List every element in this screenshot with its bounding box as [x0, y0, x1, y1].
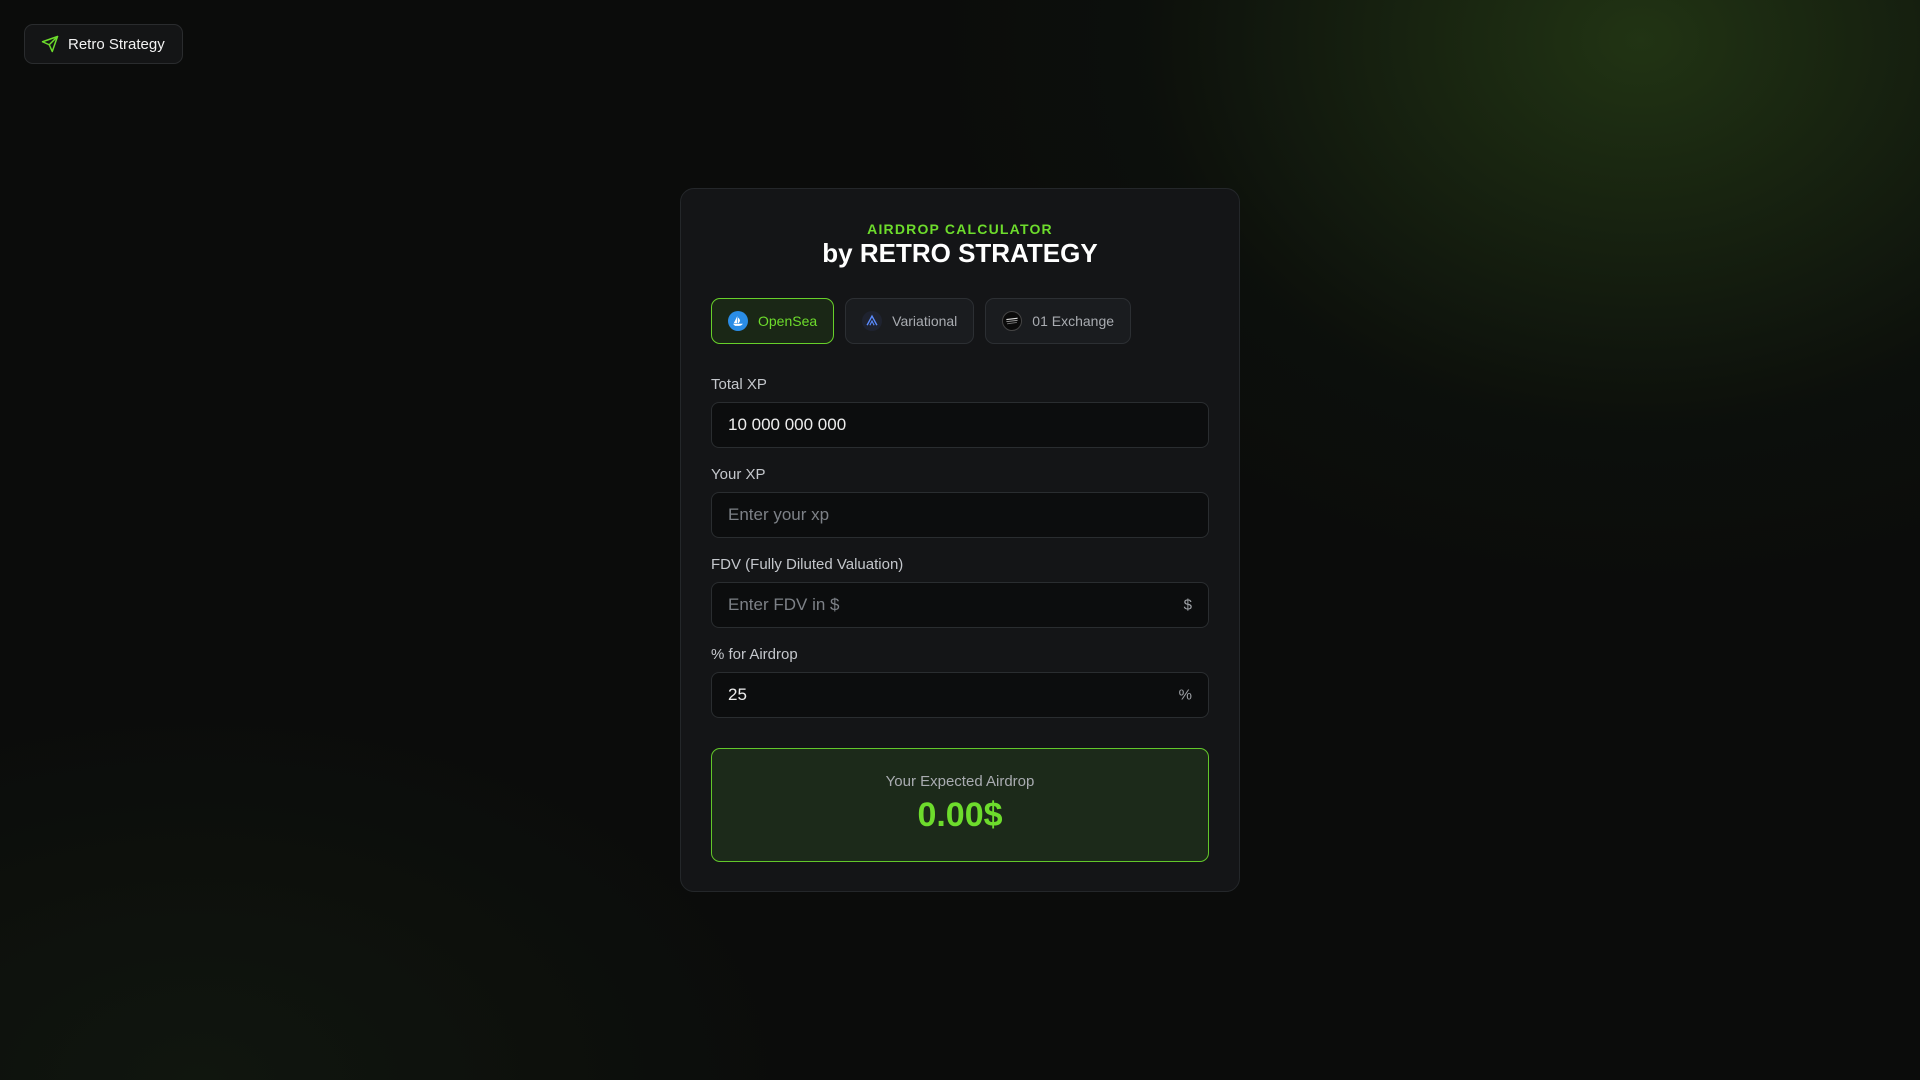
- brand-label: Retro Strategy: [68, 35, 165, 53]
- fdv-input[interactable]: [712, 583, 1208, 627]
- send-icon: [41, 35, 59, 53]
- eyebrow-title: AIRDROP CALCULATOR: [867, 221, 1053, 237]
- tab-label: 01 Exchange: [1032, 313, 1115, 329]
- your-xp-wrapper: [711, 492, 1209, 538]
- airdrop-pct-input[interactable]: [712, 673, 1208, 717]
- total-xp-label: Total XP: [711, 376, 767, 393]
- tab-label: Variational: [892, 313, 958, 329]
- card-header: AIRDROP CALCULATOR by RETRO STRATEGY: [711, 221, 1209, 269]
- brand-badge[interactable]: Retro Strategy: [24, 24, 183, 64]
- project-tabs: OpenSea Variational 01 Exchange: [711, 298, 1209, 344]
- expected-airdrop-value: 0.00$: [917, 796, 1003, 834]
- fdv-wrapper: $: [711, 582, 1209, 628]
- fdv-field-group: FDV (Fully Diluted Valuation) $: [711, 556, 1209, 628]
- percent-suffix: %: [1178, 686, 1192, 704]
- variational-icon: [862, 311, 883, 331]
- your-xp-input[interactable]: [712, 493, 1208, 537]
- your-xp-label: Your XP: [711, 466, 766, 483]
- airdrop-calculator-card: AIRDROP CALCULATOR by RETRO STRATEGY Ope…: [680, 188, 1240, 892]
- fdv-label: FDV (Fully Diluted Valuation): [711, 556, 904, 573]
- opensea-icon: [728, 311, 748, 331]
- total-xp-wrapper: [711, 402, 1209, 448]
- your-xp-field-group: Your XP: [711, 466, 1209, 538]
- airdrop-pct-label: % for Airdrop: [711, 646, 798, 663]
- tab-variational[interactable]: Variational: [845, 298, 975, 344]
- expected-airdrop-panel: Your Expected Airdrop 0.00$: [711, 748, 1209, 862]
- tab-opensea[interactable]: OpenSea: [711, 298, 835, 344]
- total-xp-input[interactable]: [712, 403, 1208, 447]
- fdv-currency-suffix: $: [1183, 596, 1192, 614]
- 01-exchange-icon: [1002, 311, 1023, 331]
- page-title: by RETRO STRATEGY: [822, 238, 1098, 268]
- total-xp-field-group: Total XP: [711, 376, 1209, 448]
- expected-airdrop-label: Your Expected Airdrop: [885, 773, 1035, 790]
- tab-label: OpenSea: [758, 313, 818, 329]
- tab-01-exchange[interactable]: 01 Exchange: [985, 298, 1132, 344]
- airdrop-pct-wrapper: %: [711, 672, 1209, 718]
- airdrop-pct-field-group: % for Airdrop %: [711, 646, 1209, 718]
